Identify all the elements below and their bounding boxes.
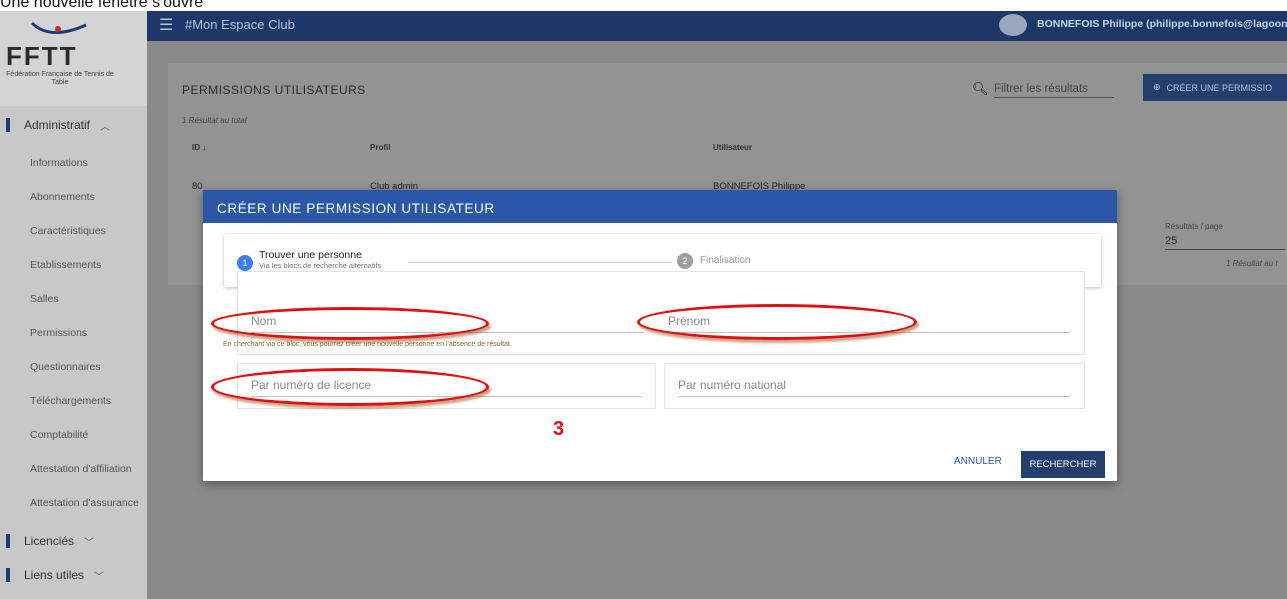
sidebar-item-caracteristiques[interactable]: Caractéristiques [30, 225, 106, 237]
step-1-indicator: 1 [237, 255, 253, 271]
sidebar-item-attestation-assurance[interactable]: Attestation d'assurance [30, 497, 139, 509]
sidebar-item-etablissements[interactable]: Etablissements [30, 259, 101, 271]
app-title: #Mon Espace Club [185, 17, 295, 32]
dialog-title: CRÉER UNE PERMISSION UTILISATEUR [203, 190, 1117, 223]
sidebar-item-attestation-affiliation[interactable]: Attestation d'affiliation [30, 463, 132, 475]
nav-section-label: Administratif [24, 118, 91, 132]
step-1-sublabel: Via les blocs de recherche alternatifs [259, 261, 382, 270]
nav-section-label: Liens utiles [24, 568, 85, 582]
filter-input[interactable]: Filtrer les résultats [994, 83, 1114, 98]
chevron-down-icon: ﹀ [94, 571, 105, 583]
active-indicator [6, 118, 10, 132]
step-2-indicator: 2 [677, 253, 693, 269]
results-per-page-label: Résultats / page [1165, 222, 1223, 231]
add-circle-icon: ⊕ [1153, 82, 1161, 92]
sidebar-item-salles[interactable]: Salles [30, 293, 59, 305]
nav-section-liens-utiles[interactable]: Liens utiles ﹀ [0, 560, 147, 590]
sidebar-item-abonnements[interactable]: Abonnements [30, 191, 95, 203]
sidebar-item-questionnaires[interactable]: Questionnaires [30, 361, 101, 373]
sidebar-item-telechargements[interactable]: Téléchargements [30, 395, 111, 407]
nav-section-label: Licenciés [24, 534, 75, 548]
logo-text: FFTT [6, 41, 78, 71]
nav-section-licencies[interactable]: Licenciés ﹀ [0, 526, 147, 556]
annotation-ellipse-prenom [637, 304, 917, 340]
step-2-label: Finalisation [700, 255, 751, 266]
search-icon: 🔍︎ [972, 81, 989, 96]
create-permission-label: CRÉER UNE PERMISSIO [1166, 82, 1273, 93]
hamburger-menu-icon[interactable]: ☰ [159, 15, 173, 35]
user-name[interactable]: BONNEFOIS Philippe (philippe.bonnefois@l… [1037, 18, 1287, 30]
sidebar: FFTT Fédération Française de Tennis de T… [0, 11, 147, 599]
chevron-up-icon: ︿ [100, 121, 111, 133]
section-indicator [6, 568, 10, 582]
avatar[interactable] [999, 14, 1027, 36]
top-bar: ☰ #Mon Espace Club BONNEFOIS Philippe (p… [147, 11, 1287, 41]
results-total: 1 Résultat au total [182, 116, 247, 125]
column-header-profil[interactable]: Profil [370, 143, 390, 152]
chevron-down-icon: ﹀ [84, 537, 95, 549]
section-indicator [6, 534, 10, 548]
search-hint: En cherchant via ce bloc, vous pourrez c… [223, 341, 512, 348]
create-permission-button[interactable]: ⊕ CRÉER UNE PERMISSIO [1143, 74, 1287, 101]
search-button[interactable]: RECHERCHER [1021, 451, 1105, 478]
nav-section-administratif[interactable]: Administratif ︿ [0, 110, 147, 140]
step-connector [408, 262, 672, 263]
logo-swoosh-icon [30, 21, 87, 34]
cancel-button[interactable]: ANNULER [954, 456, 1002, 467]
cell-id: 80 [192, 181, 203, 192]
results-total-footer: 1 Résultat au t [1226, 259, 1278, 268]
page-title: PERMISSIONS UTILISATEURS [182, 83, 366, 97]
national-number-input[interactable]: Par numéro national [678, 378, 1070, 397]
sidebar-item-informations[interactable]: Informations [30, 157, 88, 169]
annotation-ellipse-licence [211, 368, 489, 406]
fftt-logo[interactable]: FFTT Fédération Française de Tennis de T… [0, 11, 147, 106]
sidebar-item-comptabilite[interactable]: Comptabilité [30, 429, 88, 441]
results-per-page-select[interactable]: 25 [1165, 235, 1285, 250]
annotation-number: 3 [553, 418, 565, 440]
annotation-ellipse-nom [211, 307, 489, 340]
logo-subtitle: Fédération Française de Tennis de Table [6, 71, 114, 86]
column-header-id[interactable]: ID ↓ [192, 143, 206, 152]
step-1-label: Trouver une personne [259, 249, 362, 261]
column-header-utilisateur[interactable]: Utilisateur [713, 143, 752, 152]
sidebar-item-permissions[interactable]: Permissions [30, 327, 87, 339]
